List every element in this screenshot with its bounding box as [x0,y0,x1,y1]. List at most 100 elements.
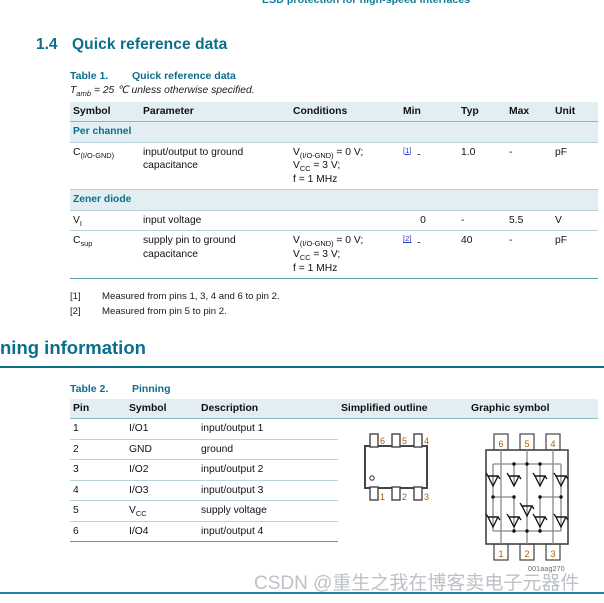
table1-condition-note: Tamb = 25 ℃ unless otherwise specified. [70,84,255,99]
cell-max: 5.5 [506,210,552,232]
table2-header-pin: Pin [70,398,126,419]
table1-header-symbol: Symbol [70,101,140,122]
cell-pin: 4 [70,480,126,502]
footnote-item: [2] Measured from pin 5 to pin 2. [70,306,227,317]
cell-parameter: input/output to ground capacitance [140,142,290,191]
section-heading: 1.4 Quick reference data [36,36,227,54]
table1-header-max: Max [506,101,552,122]
symbol-top-pin-1: 5 [524,439,529,449]
cell-unit: V [552,210,598,232]
table2-caption-title: Pinning [132,383,171,395]
cell-conditions [290,210,400,232]
cell-description: input/output 2 [198,459,338,481]
table2-caption: Table 2. Pinning [70,383,171,395]
section-number: 1.4 [36,36,58,53]
table1-group-row: Per channel [70,121,598,143]
footnote-link[interactable]: [1] [403,146,411,155]
cell-description: ground [198,439,338,461]
table2-header-simplified-outline: Simplified outline [338,398,468,419]
cell-conditions: V(I/O-GND) = 0 V; VCC = 3 V; f = 1 MHz [290,230,400,280]
cell-symbol: VI [70,210,140,232]
group-label: Per channel [70,121,598,143]
table-row: C(I/O-GND) input/output to ground capacit… [70,142,598,191]
footnote-text: Measured from pin 5 to pin 2. [102,306,227,317]
cell-description: input/output 1 [198,418,338,440]
cell-parameter: input voltage [140,210,290,232]
cell-description: input/output 3 [198,480,338,502]
footnote-link[interactable]: [2] [403,234,411,243]
cell-unit: pF [552,230,598,280]
table2-header-graphic-symbol: Graphic symbol [468,398,598,419]
group-label: Zener diode [70,189,598,211]
outline-bottom-pin-1: 2 [402,492,407,502]
table2-header-symbol: Symbol [126,398,198,419]
outline-bottom-pin-0: 1 [380,492,385,502]
table1-header-min: Min [400,101,458,122]
heading-rule [0,366,604,368]
cut-off-header-line: ESD protection for high-speed interfaces [262,0,471,6]
table1-body: Per channel C(I/O-GND) input/output to gro… [70,121,598,280]
cell-pin: 2 [70,439,126,461]
table1-group-row: Zener diode [70,189,598,211]
cell-symbol: Csup [70,230,140,280]
cell-symbol: GND [126,439,198,461]
cell-min: [1] - [400,142,458,191]
outline-bottom-pin-2: 3 [424,492,429,502]
cell-pin: 5 [70,500,126,522]
cell-typ: 40 [458,230,506,280]
symbol-top-pin-2: 4 [550,439,555,449]
table1-header-parameter: Parameter [140,101,290,122]
cell-symbol: I/O1 [126,418,198,440]
table1-caption: Table 1. Quick reference data [70,70,236,82]
cell-symbol: I/O2 [126,459,198,481]
outline-top-pin-1: 5 [402,436,407,446]
cell-max: - [506,230,552,280]
footnote-marker: [1] [70,291,81,302]
cell-description: input/output 4 [198,521,338,543]
symbol-bottom-pin-2: 3 [550,549,555,559]
figure-id-label: 001aag270 [528,566,565,573]
package-outline-svg: 6 5 4 1 2 3 [364,433,429,502]
table2-header-row: Pin Symbol Description Simplified outline Gr… [70,398,598,419]
simplified-outline-diagram: 6 5 4 1 2 3 [355,428,450,513]
pinning-information-heading: ning information [0,337,146,358]
table1-header-row: Symbol Parameter Conditions Min Typ Max Unit [70,101,598,122]
table2-caption-label: Table 2. [70,383,109,395]
cell-unit: pF [552,142,598,191]
cell-typ: - [458,210,506,232]
cell-parameter: supply pin to ground capacitance [140,230,290,280]
table1-caption-title: Quick reference data [132,70,236,82]
cell-pin: 3 [70,459,126,481]
footnote-text: Measured from pins 1, 3, 4 and 6 to pin … [102,291,280,302]
tamb-value: = 25 ℃ unless otherwise specified. [91,85,255,96]
cell-symbol: VCC [126,500,198,522]
quick-reference-data-table: Symbol Parameter Conditions Min Typ Max Unit P… [70,101,598,280]
cell-symbol: I/O3 [126,480,198,502]
cell-symbol: I/O4 [126,521,198,543]
cell-pin: 6 [70,521,126,543]
cell-min: 0 [400,210,458,232]
footnote-marker: [2] [70,306,81,317]
table2-header-description: Description [198,398,338,419]
symbol-top-pin-0: 6 [498,439,503,449]
tamb-subscript: amb [76,89,92,99]
cell-min: [2] - [400,230,458,280]
table-row: Csup supply pin to ground capacitance V(I/… [70,230,598,280]
cell-symbol: C(I/O-GND) [70,142,140,191]
table-row: VI input voltage 0-5.5 V [70,210,598,232]
table1-header-conditions: Conditions [290,101,400,122]
cell-max: - [506,142,552,191]
cell-typ: 1.0 [458,142,506,191]
symbol-bottom-pin-1: 2 [524,549,529,559]
bottom-rule [0,592,604,594]
cell-conditions: V(I/O-GND) = 0 V; VCC = 3 V; f = 1 MHz [290,142,400,191]
table1-header-typ: Typ [458,101,506,122]
outline-top-pin-2: 4 [424,436,429,446]
symbol-bottom-pin-0: 1 [498,549,503,559]
graphic-symbol-diagram: 6 5 4 1 2 3 [466,428,586,573]
cell-pin: 1 [70,418,126,440]
table1-header-unit: Unit [552,101,598,122]
cell-description: supply voltage [198,500,338,522]
outline-top-pin-0: 6 [380,436,385,446]
table1-caption-label: Table 1. [70,70,109,82]
